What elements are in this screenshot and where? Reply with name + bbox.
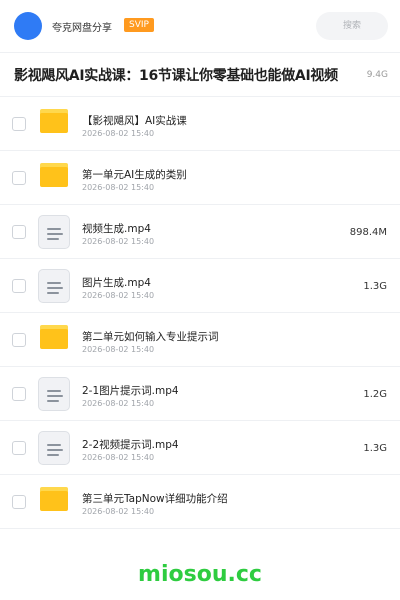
- share-title-row: 影视飓风AI实战课：16节课让你零基础也能做AI视频 9.4G: [0, 53, 400, 97]
- list-item[interactable]: 第一单元AI生成的类别 2026-08-02 15:40: [0, 151, 400, 205]
- item-name[interactable]: 图片生成.mp4: [82, 275, 151, 290]
- list-item[interactable]: 图片生成.mp4 2026-08-02 15:40 1.3G: [0, 259, 400, 313]
- item-name[interactable]: 第三单元TapNow详细功能介绍: [82, 491, 228, 506]
- document-icon: [38, 269, 70, 303]
- row-checkbox[interactable]: [12, 387, 26, 401]
- list-item[interactable]: 第二单元如何输入专业提示词 2026-08-02 15:40: [0, 313, 400, 367]
- share-total-size: 9.4G: [366, 70, 388, 80]
- item-name[interactable]: 2-2视频提示词.mp4: [82, 437, 179, 452]
- item-date: 2026-08-02 15:40: [82, 453, 155, 462]
- document-icon: [38, 431, 70, 465]
- row-checkbox[interactable]: [12, 171, 26, 185]
- item-name[interactable]: 视频生成.mp4: [82, 221, 151, 236]
- list-item[interactable]: 2-2视频提示词.mp4 2026-08-02 15:40 1.3G: [0, 421, 400, 475]
- row-checkbox[interactable]: [12, 279, 26, 293]
- document-icon: [38, 377, 70, 411]
- item-date: 2026-08-02 15:40: [82, 507, 155, 516]
- item-size: 898.4M: [349, 227, 387, 238]
- folder-icon: [40, 109, 68, 133]
- item-date: 2026-08-02 15:40: [82, 183, 155, 192]
- item-date: 2026-08-02 15:40: [82, 345, 155, 354]
- folder-icon: [40, 487, 68, 511]
- watermark: miosou.cc: [138, 562, 262, 587]
- item-date: 2026-08-02 15:40: [82, 291, 155, 300]
- file-list: 【影视飓风】AI实战课 2026-08-02 15:40 第一单元AI生成的类别…: [0, 97, 400, 529]
- list-item[interactable]: 2-1图片提示词.mp4 2026-08-02 15:40 1.2G: [0, 367, 400, 421]
- item-name[interactable]: 第二单元如何输入专业提示词: [82, 329, 219, 344]
- avatar[interactable]: [14, 12, 42, 40]
- item-size: 1.3G: [363, 281, 387, 292]
- row-checkbox[interactable]: [12, 333, 26, 347]
- header: 夸克网盘分享 SVIP 搜索: [0, 0, 400, 52]
- row-checkbox[interactable]: [12, 441, 26, 455]
- list-item[interactable]: 【影视飓风】AI实战课 2026-08-02 15:40: [0, 97, 400, 151]
- folder-icon: [40, 163, 68, 187]
- row-checkbox[interactable]: [12, 495, 26, 509]
- item-date: 2026-08-02 15:40: [82, 237, 155, 246]
- item-date: 2026-08-02 15:40: [82, 399, 155, 408]
- app-name: 夸克网盘分享: [52, 23, 112, 34]
- item-date: 2026-08-02 15:40: [82, 129, 155, 138]
- list-item[interactable]: 第三单元TapNow详细功能介绍 2026-08-02 15:40: [0, 475, 400, 529]
- item-name[interactable]: 2-1图片提示词.mp4: [82, 383, 179, 398]
- item-size: 1.3G: [363, 443, 387, 454]
- svip-badge: SVIP: [124, 18, 154, 32]
- document-icon: [38, 215, 70, 249]
- share-title: 影视飓风AI实战课：16节课让你零基础也能做AI视频: [14, 68, 338, 84]
- row-checkbox[interactable]: [12, 117, 26, 131]
- item-name[interactable]: 【影视飓风】AI实战课: [82, 113, 187, 128]
- list-item[interactable]: 视频生成.mp4 2026-08-02 15:40 898.4M: [0, 205, 400, 259]
- row-checkbox[interactable]: [12, 225, 26, 239]
- item-name[interactable]: 第一单元AI生成的类别: [82, 167, 187, 182]
- search-input[interactable]: 搜索: [316, 12, 388, 40]
- folder-icon: [40, 325, 68, 349]
- item-size: 1.2G: [363, 389, 387, 400]
